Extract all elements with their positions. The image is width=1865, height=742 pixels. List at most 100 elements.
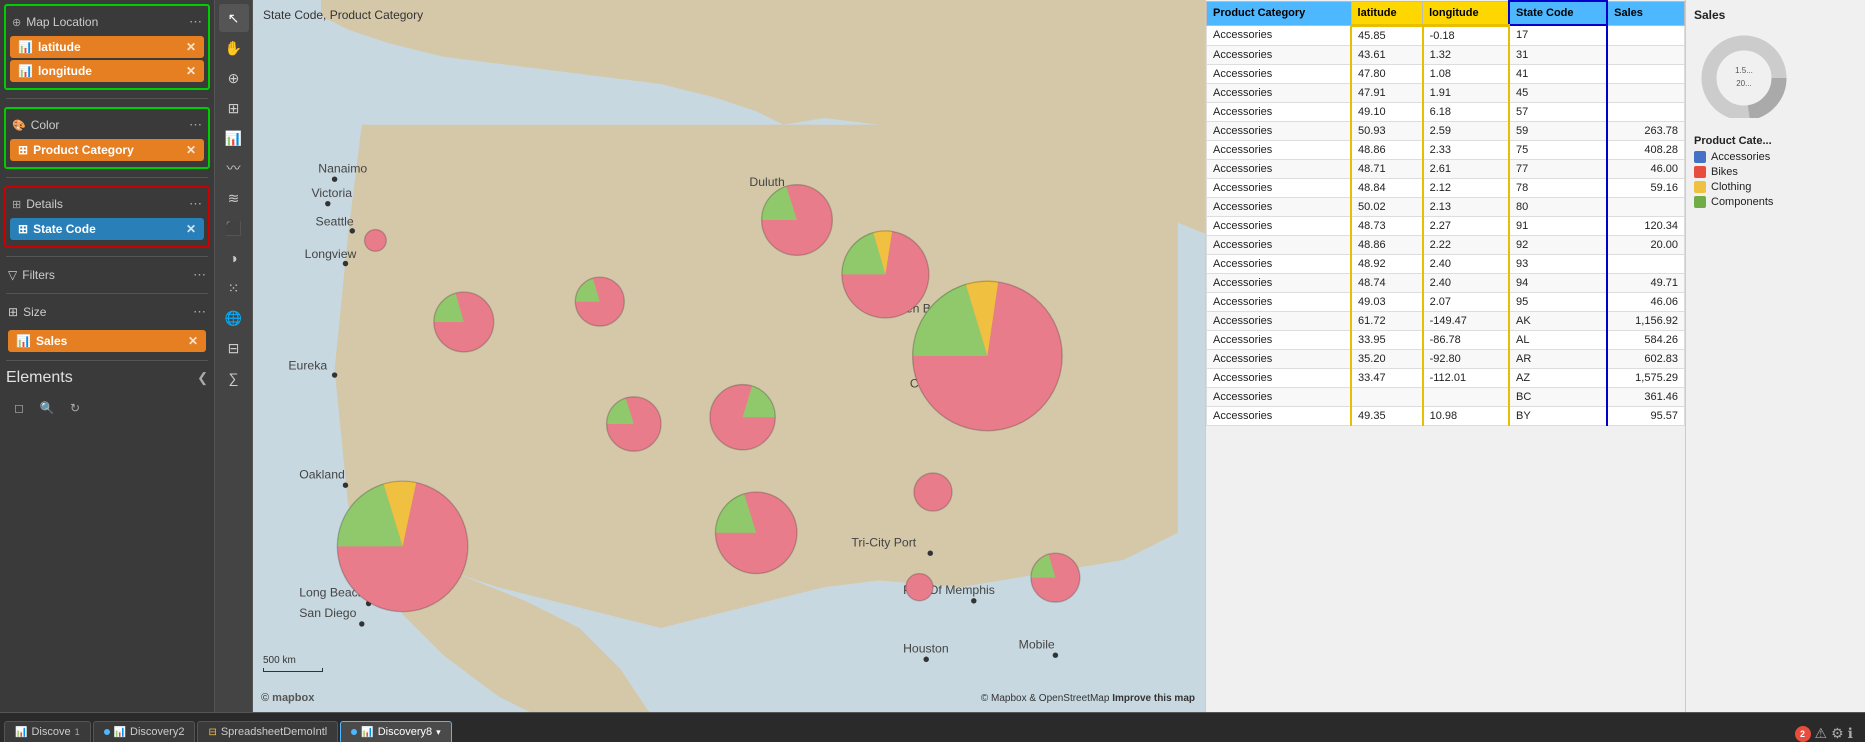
col-header-category[interactable]: Product Category	[1207, 1, 1352, 25]
svg-text:Nanaimo: Nanaimo	[318, 161, 367, 175]
elements-collapse[interactable]: ❮	[197, 370, 208, 386]
cell-latitude: 48.86	[1351, 140, 1423, 159]
grid-tool[interactable]: ⊞	[219, 94, 249, 122]
details-menu[interactable]: ⋯	[189, 196, 202, 212]
cell-state: 94	[1509, 273, 1607, 292]
cell-sales: 263.78	[1607, 121, 1684, 140]
info-icon[interactable]: ℹ	[1848, 725, 1853, 742]
table-row: Accessories 47.91 1.91 45	[1207, 83, 1685, 102]
pie-duluth[interactable]	[762, 185, 833, 256]
cell-state: 57	[1509, 102, 1607, 121]
wave-tool[interactable]: ≋	[219, 184, 249, 212]
table-tool[interactable]: ⊟	[219, 334, 249, 362]
pie-greatlakes[interactable]	[842, 230, 929, 318]
cell-latitude: 43.61	[1351, 45, 1423, 64]
shape-tool[interactable]: ⬛	[219, 214, 249, 242]
cell-sales	[1607, 197, 1684, 216]
tab-discovery8-label: Discovery8	[378, 726, 432, 738]
state-code-chip[interactable]: ⊞ State Code ✕	[10, 218, 204, 240]
improve-map-link[interactable]: Improve this map	[1112, 693, 1195, 704]
bar-chart-tool[interactable]: 📊	[219, 124, 249, 152]
col-header-longitude[interactable]: longitude	[1423, 1, 1509, 25]
divider-5	[6, 360, 208, 361]
pie-texas[interactable]	[715, 492, 797, 574]
tab-discove-num: 1	[75, 727, 80, 737]
elem-refresh-btn[interactable]: ↻	[62, 395, 88, 421]
scatter-tool[interactable]: ⁙	[219, 274, 249, 302]
line-tool[interactable]: 〰	[219, 154, 249, 182]
pie-tool[interactable]: ◑	[219, 244, 249, 272]
tab-discovery2[interactable]: 📊 Discovery2	[93, 721, 196, 742]
latitude-chip[interactable]: 📊 latitude ✕	[10, 36, 204, 58]
pie-longbeach[interactable]	[337, 481, 468, 612]
filters-menu[interactable]: ⋯	[193, 267, 206, 283]
warning-icon[interactable]: ⚠	[1815, 725, 1828, 742]
pan-tool[interactable]: ✋	[219, 34, 249, 62]
cell-state: AL	[1509, 330, 1607, 349]
col-header-sales[interactable]: Sales	[1607, 1, 1684, 25]
cell-longitude: 1.32	[1423, 45, 1509, 64]
map-tool[interactable]: 🌐	[219, 304, 249, 332]
longitude-close[interactable]: ✕	[186, 64, 196, 78]
tab-discovery8[interactable]: 📊 Discovery8 ▾	[340, 721, 451, 742]
cell-category: Accessories	[1207, 349, 1352, 368]
data-table-container: Product Category latitude longitude Stat…	[1205, 0, 1685, 712]
cell-sales: 20.00	[1607, 235, 1684, 254]
select-tool[interactable]: ↖	[219, 4, 249, 32]
elem-search-btn[interactable]: 🔍	[34, 395, 60, 421]
table-row: Accessories BC 361.46	[1207, 387, 1685, 406]
pie-memphis[interactable]	[914, 473, 952, 511]
cell-longitude: 2.07	[1423, 292, 1509, 311]
cell-category: Accessories	[1207, 159, 1352, 178]
sales-chip[interactable]: 📊 Sales ✕	[8, 330, 206, 352]
legend-sales-title: Sales	[1694, 8, 1857, 22]
sales-close[interactable]: ✕	[188, 334, 198, 348]
pie-nw[interactable]	[434, 292, 494, 352]
size-menu[interactable]: ⋯	[193, 304, 206, 320]
product-cat-close[interactable]: ✕	[186, 143, 196, 157]
svg-text:Tri-City Port: Tri-City Port	[851, 535, 916, 549]
cell-state: BY	[1509, 406, 1607, 425]
cell-state: 17	[1509, 25, 1607, 45]
color-menu[interactable]: ⋯	[189, 117, 202, 133]
product-category-chip[interactable]: ⊞ Product Category ✕	[10, 139, 204, 161]
map-location-menu[interactable]: ⋯	[189, 14, 202, 30]
state-code-close[interactable]: ✕	[186, 222, 196, 236]
pie-montana[interactable]	[575, 277, 624, 326]
legend-gauge: 1.5... 20...	[1694, 28, 1857, 123]
settings-icon[interactable]: ⚙	[1831, 725, 1844, 742]
divider-4	[6, 293, 208, 294]
cell-latitude	[1351, 387, 1423, 406]
table-row: Accessories 33.47 -112.01 AZ 1,575.29	[1207, 368, 1685, 387]
cell-category: Accessories	[1207, 121, 1352, 140]
map-location-label: Map Location	[26, 15, 98, 29]
col-header-state[interactable]: State Code	[1509, 1, 1607, 25]
pie-colorado[interactable]	[607, 397, 661, 451]
cell-latitude: 61.72	[1351, 311, 1423, 330]
tab-discove[interactable]: 📊 Discove 1	[4, 721, 91, 742]
col-header-latitude[interactable]: latitude	[1351, 1, 1423, 25]
pie-central[interactable]	[710, 385, 775, 450]
cell-category: Accessories	[1207, 197, 1352, 216]
pie-houston[interactable]	[906, 574, 933, 601]
tab-spreadsheet[interactable]: ⊟ SpreadsheetDemoIntl	[197, 721, 338, 742]
formula-tool[interactable]: ∑	[219, 364, 249, 392]
color-label: Color	[31, 118, 60, 132]
pie-seattle[interactable]	[365, 230, 387, 252]
cell-category: Accessories	[1207, 387, 1352, 406]
cell-state: 41	[1509, 64, 1607, 83]
pie-cleveland[interactable]	[913, 280, 1063, 430]
cell-state: 59	[1509, 121, 1607, 140]
elem-select-btn[interactable]: ◻	[6, 395, 32, 421]
latitude-close[interactable]: ✕	[186, 40, 196, 54]
table-row: Accessories 48.86 2.22 92 20.00	[1207, 235, 1685, 254]
longitude-chip[interactable]: 📊 longitude ✕	[10, 60, 204, 82]
tab-discovery8-arrow: ▾	[436, 727, 441, 738]
table-row: Accessories 43.61 1.32 31	[1207, 45, 1685, 64]
crosshair-tool[interactable]: ⊕	[219, 64, 249, 92]
table-row: Accessories 48.92 2.40 93	[1207, 254, 1685, 273]
pie-mobile[interactable]	[1031, 553, 1080, 602]
table-row: Accessories 48.73 2.27 91 120.34	[1207, 216, 1685, 235]
map-container: State Code, Product Category Nanaimo Vic…	[253, 0, 1205, 712]
data-table: Product Category latitude longitude Stat…	[1206, 0, 1685, 426]
